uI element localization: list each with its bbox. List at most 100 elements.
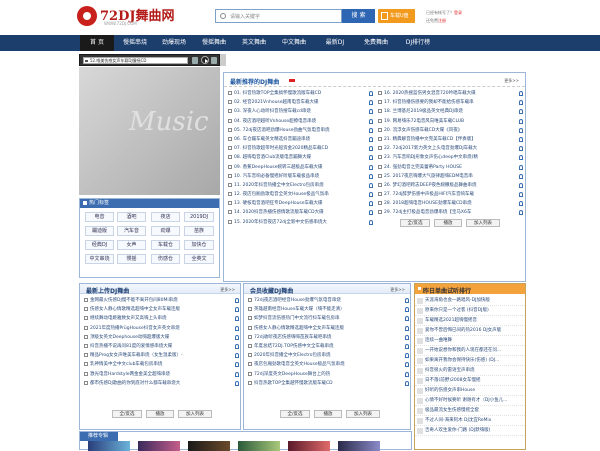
song-item[interactable]: 23. 汽车音响DJ形象女声伤心deep中文串烧(精 [376, 153, 524, 162]
select-all-button[interactable]: 全/反选 [112, 410, 142, 418]
nav-slow-mix[interactable]: 慢摇串烧 [117, 35, 153, 51]
song-item[interactable]: 16. 2020热搜蓝伤男女混音720吟唱车载大碟 [376, 89, 524, 98]
song-title[interactable]: 金网最火伤感DJ慢不能不离开包间80Mi串烧 [90, 296, 232, 305]
song-checkbox[interactable] [228, 100, 232, 105]
song-title[interactable]: 16. 2020热搜蓝伤男女混音720吟唱车载大碟 [384, 89, 516, 98]
rank-item[interactable]: 日不落(前野)2008女车慢摇 [415, 376, 525, 386]
song-checkbox[interactable] [248, 298, 252, 302]
nav-slow-dance[interactable]: 慢摇舞曲 [195, 35, 233, 51]
rank-song-title[interactable]: 天涯海角也会一路唱风-DJ加快版 [425, 296, 523, 305]
song-checkbox[interactable] [84, 334, 88, 339]
headphone-icon[interactable] [235, 343, 239, 349]
song-title[interactable]: 10. 汽车音响必备慢摇好听版车载极品串烧 [234, 172, 366, 181]
song-title[interactable]: 夜店包厢劲歌电音全英文House极品气氛串烧 [254, 360, 402, 369]
nav-free[interactable]: 免费舞曲 [357, 35, 395, 51]
rank-song-title[interactable]: 日不落(前野)2008女车慢摇 [425, 376, 523, 385]
member-more-link[interactable]: 更多>> [390, 287, 405, 293]
headphone-icon[interactable] [235, 362, 239, 368]
rank-song-title[interactable]: 抖音很火的雷语宝声串烧 [425, 366, 523, 375]
song-item[interactable]: 05. 72dj夜店酒吧劲爆House劲曲气氛电音串烧 [226, 126, 374, 135]
song-checkbox[interactable] [84, 316, 88, 321]
headphone-icon[interactable] [519, 182, 523, 188]
song-title[interactable]: 顶级女英文Deephouse动嗨超爆版大碟 [90, 333, 232, 342]
song-checkbox[interactable] [248, 343, 252, 348]
song-item[interactable]: 08. 越嗨电音酒Club流版电音蹦舞大碟 [226, 153, 374, 162]
latest-more-link[interactable]: 更多>> [504, 78, 519, 84]
song-item[interactable]: 15. 2020年抖音夜店72dj全新中文伤感串烧大 [226, 218, 374, 227]
song-title[interactable]: 年度总结72DJ.TOP伤感中文全车载串烧 [254, 342, 402, 351]
song-title[interactable]: 15. 2020年抖音夜店72dj全新中文伤感串烧大 [234, 218, 366, 227]
login-link[interactable]: 登录 [454, 10, 462, 15]
song-title[interactable]: 抖音热播不说再问81度的爱情感串烧大碟 [90, 342, 232, 351]
song-title[interactable]: 04. 夜店酒吧越听Vnhouse超撩电音串烧 [234, 117, 366, 126]
song-title[interactable]: 27. 72dj醉梦伤感中声极品HIFI汽车音响车载 [384, 190, 516, 199]
song-title[interactable]: 23. 汽车音响DJ形象女声伤心deep中文串烧(精 [384, 153, 516, 162]
song-title[interactable]: 05. 72dj夜店酒吧劲爆House劲曲气氛电音串烧 [234, 126, 366, 135]
song-checkbox[interactable] [228, 118, 232, 123]
tag-item[interactable]: 2019DJ [184, 212, 214, 222]
rank-item[interactable]: 车载精选2021超嗨慢摇音 [415, 316, 525, 326]
headphone-icon[interactable] [519, 210, 523, 216]
song-title[interactable]: 乳神情美中全中文club车载包房串烧 [90, 360, 232, 369]
song-checkbox[interactable] [378, 192, 382, 197]
rank-item[interactable]: 天涯海角也会一路唱风-DJ加快版 [415, 296, 525, 306]
headphone-icon[interactable] [369, 219, 373, 225]
rank-song-title[interactable]: 连续一曲唯舞 [425, 336, 523, 345]
rank-item[interactable]: 连续一曲唯舞 [415, 336, 525, 346]
rank-item[interactable]: 抖音很火的雷语宝声串烧 [415, 366, 525, 376]
song-item[interactable]: 72dj收听夜店伤感嗨嗨苗族车载吧串烧 [246, 333, 410, 342]
song-checkbox[interactable] [84, 298, 88, 302]
headphone-icon[interactable] [369, 109, 373, 115]
nav-english[interactable]: 英文舞曲 [235, 35, 273, 51]
song-title[interactable]: 伤感女人静心情歌精选超嗨中全女声车载连版 [254, 324, 402, 333]
headphone-icon[interactable] [369, 182, 373, 188]
song-checkbox[interactable] [228, 192, 232, 197]
rank-item[interactable]: 如果离开我你会保持快乐(伤感) (DJ... [415, 356, 525, 366]
headphone-icon[interactable] [519, 164, 523, 170]
song-item[interactable]: 24. 强劲电音之完美蕾蒂Party HOUSE [376, 163, 524, 172]
nav-latest-dj[interactable]: 最新DJ [316, 35, 354, 51]
song-checkbox[interactable] [228, 173, 232, 178]
headphone-icon[interactable] [369, 118, 373, 124]
tag-item[interactable]: 汽车音 [117, 226, 146, 236]
song-title[interactable]: 18. 兰博基尼2019极品英文经典DJ串烧 [384, 107, 516, 116]
song-title[interactable]: 17. 抖音热播伤感要的我却不能给伤感车载串 [384, 98, 516, 107]
rank-song-title[interactable]: 不过人间-海来阿木 DJ沈宜ReMix [425, 416, 523, 425]
song-item[interactable]: 06. 车仓蹦车载英文精选抖音蹦迪串烧 [226, 135, 374, 144]
song-title[interactable]: 29. 72dj主打极品电音劲爆串烧【宝马X6车 [384, 208, 516, 217]
tag-item[interactable]: 酒吧 [117, 212, 146, 222]
rank-song-title[interactable]: 吉奇人欢生爱你-门路 (DJ默嗨版) [425, 426, 523, 435]
song-title[interactable]: 09. 香蕉DeepHouse婉转三越极品车载大碟 [234, 163, 366, 172]
song-item[interactable]: 如梦抖音流伤感热门中文流行抖车载包房串 [246, 314, 410, 323]
song-item[interactable]: 激光电音Hardstyle两金金美全超嗨串烧 [82, 370, 240, 379]
headphone-icon[interactable] [405, 307, 409, 313]
headphone-icon[interactable] [519, 109, 523, 115]
next-icon[interactable] [211, 57, 217, 64]
song-title[interactable]: 22. 72dj2017新力英文上头电音劲爆DJ车载大 [384, 144, 516, 153]
headphone-icon[interactable] [405, 371, 409, 377]
rank-song-title[interactable]: 原来你只是一个过客 (抖音DJ版) [425, 306, 523, 315]
song-item[interactable]: 09. 香蕉DeepHouse婉转三越极品车载大碟 [226, 163, 374, 172]
headphone-icon[interactable] [369, 164, 373, 170]
song-item[interactable]: 11. 2020年抖音热播全中文Electro包房串烧 [226, 181, 374, 190]
song-title[interactable]: 精品Prog女女声唯美车载串烧（女生温柔版）- [90, 351, 232, 360]
song-title[interactable]: 03. 深夜人心动听抖音热搜车载cd串烧 [234, 107, 366, 116]
rank-song-title[interactable]: 如果离开我你会保持快乐(伤感) (DJ... [425, 356, 523, 365]
song-item[interactable]: 72dj深度英文DeepHouse舞台上的热 [246, 370, 410, 379]
song-title[interactable]: 07. 抖音热歌超带时光船资金2020精品车载CD [234, 144, 366, 153]
rank-item[interactable]: 好听的伤感女声串House [415, 386, 525, 396]
song-title[interactable]: 继续舞动电姬雅致女声又高嗨上头串烧 [90, 314, 232, 323]
search-button[interactable]: 搜 索 [342, 9, 375, 23]
song-item[interactable]: 都市伤感DJ歌曲的你到底对什么都车载串烧大 [82, 379, 240, 388]
song-item[interactable]: 01. 抖音热歌TOP全集搞怀慢歌流版车载CD [226, 89, 374, 98]
song-item[interactable]: 20. 流浮女声伤感车载CD大碟《风夜》 [376, 126, 524, 135]
headphone-icon[interactable] [519, 127, 523, 133]
rank-song-title[interactable]: 好听的伤感女声串House [425, 386, 523, 395]
song-item[interactable]: 2021年度热播PrügHouse抖音女声英文串烧 [82, 324, 240, 333]
song-title[interactable]: 12. 夜店包厢劲歌电音全英文House极品气氛串 [234, 190, 366, 199]
song-checkbox[interactable] [228, 91, 232, 95]
headphone-icon[interactable] [369, 210, 373, 216]
headphone-icon[interactable] [405, 334, 409, 340]
tag-item[interactable]: 全英文 [184, 254, 214, 264]
track-select[interactable]: 52.唯美伤感女声车载DJ慢摇CD [83, 57, 188, 64]
